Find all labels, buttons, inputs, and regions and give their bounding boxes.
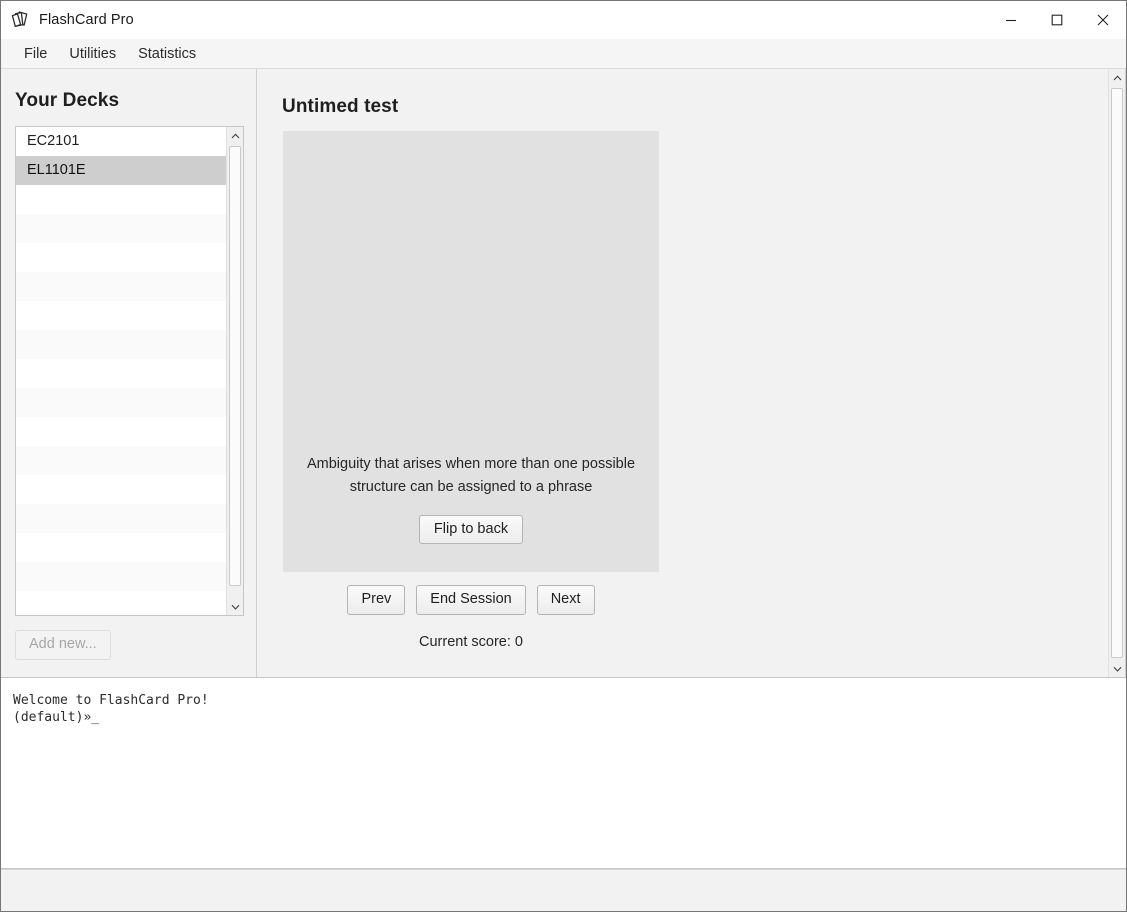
console-output[interactable]: Welcome to FlashCard Pro! (default)»_ [1,677,1126,869]
scroll-thumb[interactable] [229,146,241,586]
console-line: Welcome to FlashCard Pro! [13,693,209,708]
end-session-button[interactable]: End Session [416,585,526,615]
list-item-empty [16,533,226,562]
scroll-down-button[interactable] [1109,660,1125,677]
flashcard-text: Ambiguity that arises when more than one… [306,455,636,495]
list-item-deck[interactable]: EC2101 [16,127,226,156]
decks-sidebar: Your Decks EC2101 EL1101E Add new... [1,69,257,677]
list-item-empty [16,330,226,359]
test-pane: Untimed test Ambiguity that arises when … [257,69,1126,677]
deck-list[interactable]: EC2101 EL1101E [16,127,226,615]
test-pane-scrollbar[interactable] [1108,69,1125,677]
window-controls [988,1,1126,39]
flashcard[interactable]: Ambiguity that arises when more than one… [283,131,659,572]
close-button[interactable] [1080,1,1126,39]
prev-button[interactable]: Prev [347,585,406,615]
test-pane-inner: Untimed test Ambiguity that arises when … [257,69,1108,677]
close-icon [1097,14,1109,26]
chevron-up-icon [231,132,239,138]
scroll-track[interactable] [1109,86,1125,660]
list-item-empty [16,214,226,243]
menu-utilities[interactable]: Utilities [58,43,127,65]
chevron-down-icon [231,604,239,610]
menu-statistics[interactable]: Statistics [127,43,207,65]
main-content: Your Decks EC2101 EL1101E Add new... Unt… [1,69,1126,677]
scroll-down-button[interactable] [227,598,243,615]
list-item-empty [16,185,226,214]
list-item-empty [16,388,226,417]
list-item-empty [16,562,226,591]
add-new-deck-button[interactable]: Add new... [15,630,111,660]
maximize-icon [1051,14,1063,26]
minimize-icon [1006,19,1016,22]
window-title: FlashCard Pro [39,12,134,28]
deck-list-container: EC2101 EL1101E [15,126,244,616]
flip-to-back-button[interactable]: Flip to back [418,514,524,544]
sidebar-title: Your Decks [15,90,120,111]
app-window: FlashCard Pro File Utilities Statistics … [0,0,1127,912]
list-item-empty [16,272,226,301]
list-item-empty [16,446,226,475]
maximize-button[interactable] [1034,1,1080,39]
list-item-deck-selected[interactable]: EL1101E [16,156,226,185]
scroll-track[interactable] [227,144,243,598]
scroll-thumb[interactable] [1111,88,1123,658]
list-item-empty [16,243,226,272]
list-item-empty [16,504,226,533]
current-score: Current score: 0 [419,634,523,650]
chevron-up-icon [1113,74,1121,80]
minimize-button[interactable] [988,1,1034,39]
deck-list-scrollbar[interactable] [226,127,243,615]
console-prompt: (default)»_ [13,710,100,725]
menu-bar: File Utilities Statistics [1,39,1126,69]
add-new-container: Add new... [15,630,256,660]
scroll-up-button[interactable] [1109,69,1125,86]
title-bar: FlashCard Pro [1,1,1126,39]
list-item-empty [16,417,226,446]
menu-file[interactable]: File [13,43,58,65]
next-button[interactable]: Next [536,585,595,615]
session-controls: Prev End Session Next [283,585,659,615]
list-item-empty [16,359,226,388]
page-title: Untimed test [282,96,399,117]
list-item-empty [16,591,226,615]
status-bar [1,869,1126,911]
scroll-up-button[interactable] [227,127,243,144]
cards-stack-icon [11,11,28,28]
list-item-empty [16,301,226,330]
chevron-down-icon [1113,666,1121,672]
list-item-empty [16,475,226,504]
